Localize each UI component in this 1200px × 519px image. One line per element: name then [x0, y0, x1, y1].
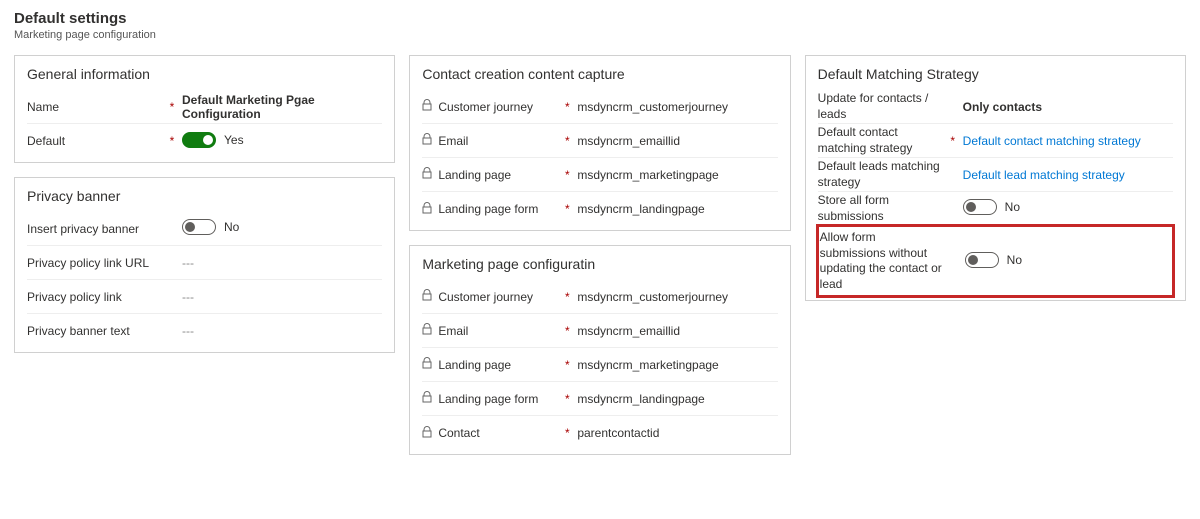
lock-icon	[422, 323, 432, 338]
label-privacy-policy-url: Privacy policy link URL	[27, 256, 162, 270]
value-landing-page-form[interactable]: msdyncrm_landingpage	[577, 202, 777, 216]
value-email[interactable]: msdyncrm_emaillid	[577, 324, 777, 338]
value-landing-page[interactable]: msdyncrm_marketingpage	[577, 168, 777, 182]
required-asterisk: *	[557, 168, 577, 182]
value-privacy-banner-text[interactable]: ---	[182, 324, 382, 338]
card-marketing-page-config: Marketing page configuratin Customer jou…	[409, 245, 790, 455]
row-contact: Contact * parentcontactid	[422, 416, 777, 450]
label-privacy-policy-link: Privacy policy link	[27, 290, 162, 304]
row-default-lead-strategy: Default leads matching strategy Default …	[818, 158, 1173, 192]
card-default-matching-strategy: Default Matching Strategy Update for con…	[805, 55, 1186, 301]
card-title: Default Matching Strategy	[818, 66, 1173, 82]
required-asterisk: *	[557, 202, 577, 216]
card-privacy-banner: Privacy banner Insert privacy banner No …	[14, 177, 395, 353]
row-default-contact-strategy: Default contact matching strategy * Defa…	[818, 124, 1173, 158]
row-email: Email * msdyncrm_emaillid	[422, 124, 777, 158]
label-allow-form-submissions: Allow form submissions without updating …	[820, 230, 945, 292]
column-3: Default Matching Strategy Update for con…	[805, 55, 1186, 301]
required-asterisk: *	[557, 392, 577, 406]
label-default-lead-strategy: Default leads matching strategy	[818, 159, 943, 190]
column-1: General information Name * Default Marke…	[14, 55, 395, 353]
label-email: Email	[438, 324, 468, 338]
lock-icon	[422, 133, 432, 148]
label-email: Email	[438, 134, 468, 148]
toggle-insert-privacy-banner[interactable]: No	[182, 219, 239, 235]
lock-icon	[422, 99, 432, 114]
label-landing-page-form: Landing page form	[438, 392, 538, 406]
value-contact[interactable]: parentcontactid	[577, 426, 777, 440]
row-store-all-submissions: Store all form submissions No	[818, 192, 1173, 226]
value-email[interactable]: msdyncrm_emaillid	[577, 134, 777, 148]
label-landing-page: Landing page	[438, 358, 511, 372]
card-title: Marketing page configuratin	[422, 256, 777, 272]
row-privacy-banner-text: Privacy banner text ---	[27, 314, 382, 348]
value-landing-page-form[interactable]: msdyncrm_landingpage	[577, 392, 777, 406]
value-name[interactable]: Default Marketing Pgae Configuration	[182, 93, 382, 121]
row-landing-page: Landing page * msdyncrm_marketingpage	[422, 348, 777, 382]
row-name: Name * Default Marketing Pgae Configurat…	[27, 90, 382, 124]
required-asterisk: *	[557, 358, 577, 372]
label-customer-journey: Customer journey	[438, 100, 533, 114]
column-2: Contact creation content capture Custome…	[409, 55, 790, 455]
row-default: Default * Yes	[27, 124, 382, 158]
card-title: Contact creation content capture	[422, 66, 777, 82]
required-asterisk: *	[557, 426, 577, 440]
link-default-lead-strategy[interactable]: Default lead matching strategy	[963, 168, 1173, 182]
label-contact: Contact	[438, 426, 479, 440]
value-customer-journey[interactable]: msdyncrm_customerjourney	[577, 290, 777, 304]
label-update-for: Update for contacts / leads	[818, 91, 943, 122]
lock-icon	[422, 426, 432, 441]
required-asterisk: *	[162, 100, 182, 114]
value-update-for[interactable]: Only contacts	[963, 100, 1173, 114]
value-customer-journey[interactable]: msdyncrm_customerjourney	[577, 100, 777, 114]
row-update-for: Update for contacts / leads Only contact…	[818, 90, 1173, 124]
row-landing-page: Landing page * msdyncrm_marketingpage	[422, 158, 777, 192]
row-landing-page-form: Landing page form * msdyncrm_landingpage	[422, 382, 777, 416]
value-privacy-policy-link[interactable]: ---	[182, 290, 382, 304]
label-insert-privacy-banner: Insert privacy banner	[27, 222, 162, 236]
value-privacy-policy-url[interactable]: ---	[182, 256, 382, 270]
label-landing-page-form: Landing page form	[438, 202, 538, 216]
label-customer-journey: Customer journey	[438, 290, 533, 304]
lock-icon	[422, 289, 432, 304]
lock-icon	[422, 391, 432, 406]
row-privacy-policy-link: Privacy policy link ---	[27, 280, 382, 314]
lock-icon	[422, 202, 432, 217]
required-asterisk: *	[943, 134, 963, 148]
label-privacy-banner-text: Privacy banner text	[27, 324, 162, 338]
main-layout: General information Name * Default Marke…	[14, 55, 1186, 455]
card-general-information: General information Name * Default Marke…	[14, 55, 395, 163]
label-default-contact-strategy: Default contact matching strategy	[818, 125, 943, 156]
label-name: Name	[27, 100, 162, 114]
page-title: Default settings	[14, 10, 1186, 27]
card-title: General information	[27, 66, 382, 82]
row-privacy-policy-url: Privacy policy link URL ---	[27, 246, 382, 280]
toggle-default[interactable]: Yes	[182, 132, 244, 148]
row-allow-form-submissions: Allow form submissions without updating …	[818, 226, 1173, 296]
toggle-allow-form-submissions[interactable]: No	[965, 252, 1022, 268]
toggle-store-all-submissions[interactable]: No	[963, 199, 1020, 215]
card-contact-creation-capture: Contact creation content capture Custome…	[409, 55, 790, 231]
lock-icon	[422, 167, 432, 182]
row-insert-privacy-banner: Insert privacy banner No	[27, 212, 382, 246]
required-asterisk: *	[162, 134, 182, 148]
link-default-contact-strategy[interactable]: Default contact matching strategy	[963, 134, 1173, 148]
row-landing-page-form: Landing page form * msdyncrm_landingpage	[422, 192, 777, 226]
required-asterisk: *	[557, 100, 577, 114]
card-title: Privacy banner	[27, 188, 382, 204]
label-landing-page: Landing page	[438, 168, 511, 182]
row-email: Email * msdyncrm_emaillid	[422, 314, 777, 348]
required-asterisk: *	[557, 324, 577, 338]
row-customer-journey: Customer journey * msdyncrm_customerjour…	[422, 280, 777, 314]
required-asterisk: *	[557, 290, 577, 304]
label-store-all-submissions: Store all form submissions	[818, 193, 943, 224]
required-asterisk: *	[557, 134, 577, 148]
row-customer-journey: Customer journey * msdyncrm_customerjour…	[422, 90, 777, 124]
value-landing-page[interactable]: msdyncrm_marketingpage	[577, 358, 777, 372]
label-default: Default	[27, 134, 162, 148]
lock-icon	[422, 357, 432, 372]
page-subtitle: Marketing page configuration	[14, 29, 1186, 41]
